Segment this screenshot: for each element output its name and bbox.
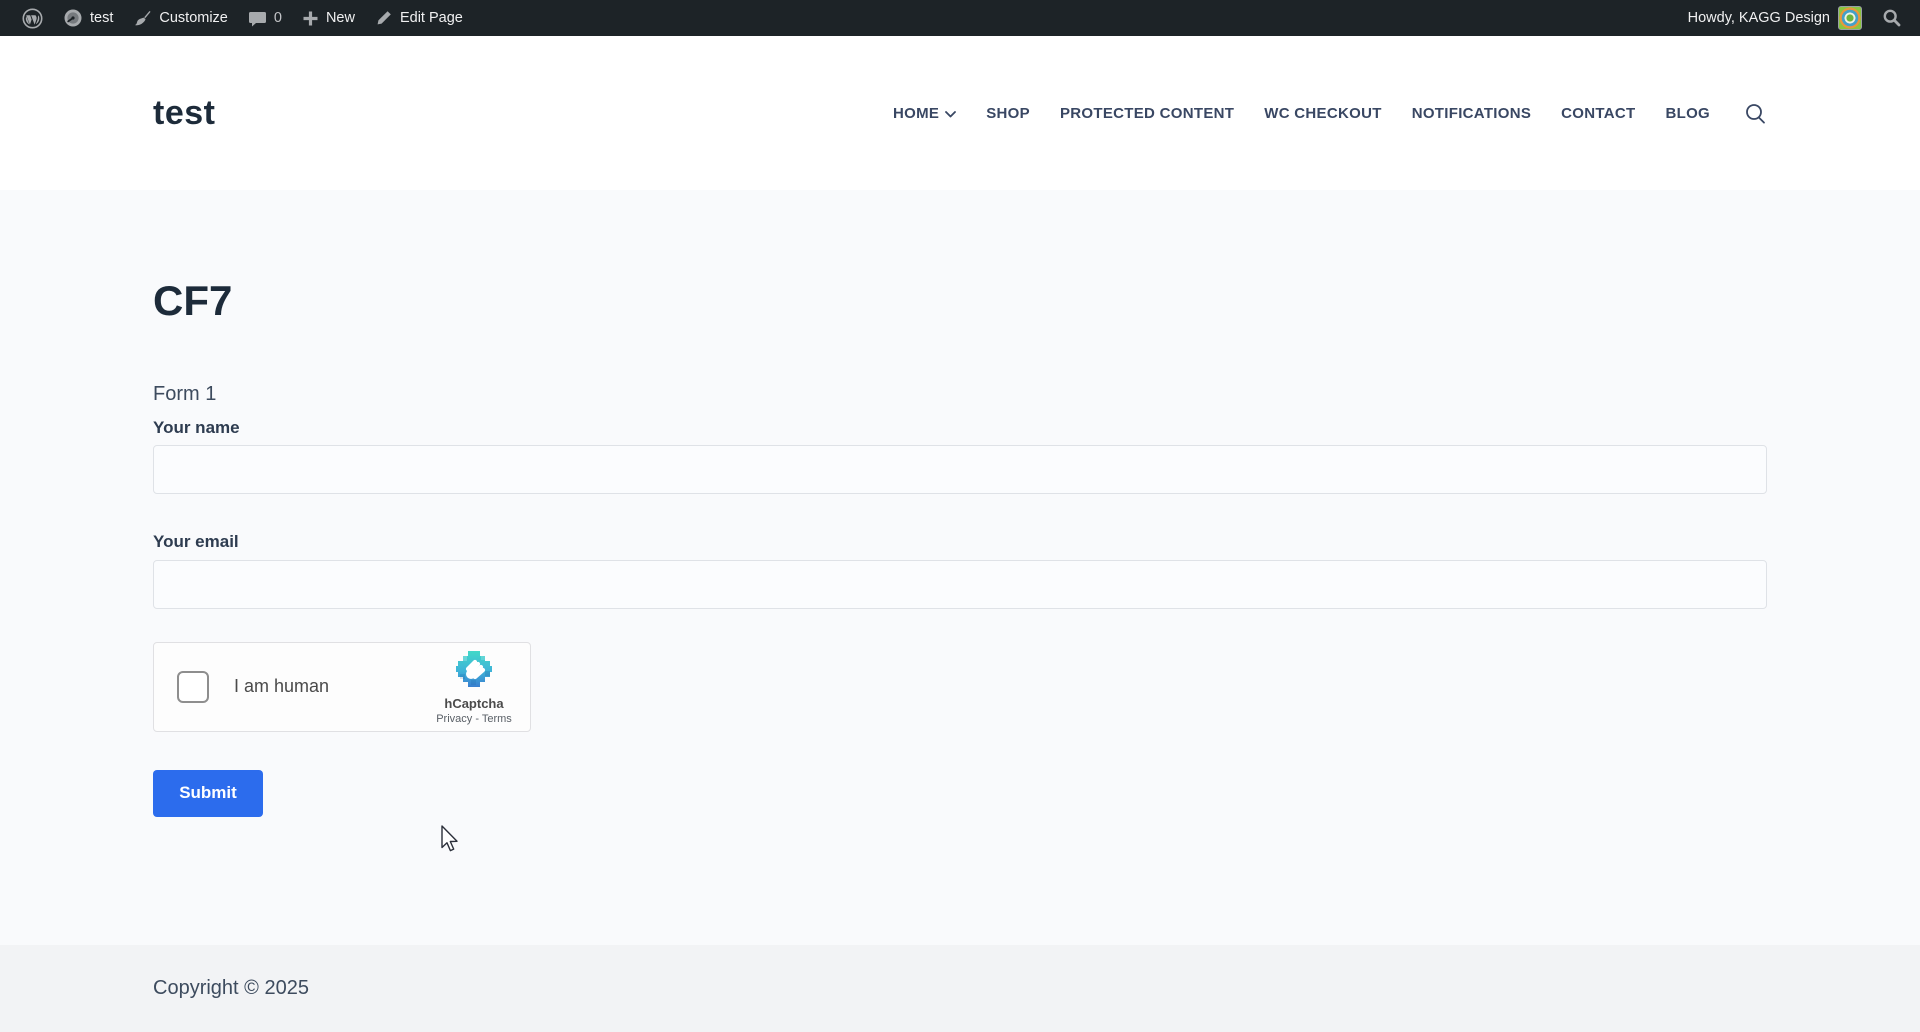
- form-name: Form 1: [153, 384, 1767, 404]
- search-icon: [1882, 8, 1902, 28]
- nav-item-protected-content[interactable]: PROTECTED CONTENT: [1060, 105, 1234, 122]
- your-name-input[interactable]: [153, 445, 1767, 494]
- admin-bar-site-menu[interactable]: test: [53, 0, 123, 36]
- nav-item-notifications[interactable]: NOTIFICATIONS: [1412, 105, 1531, 122]
- admin-bar-search[interactable]: [1868, 0, 1908, 36]
- header-search-button[interactable]: [1744, 102, 1767, 125]
- nav-item-wc-checkout[interactable]: WC CHECKOUT: [1264, 105, 1381, 122]
- dashboard-gauge-icon: [63, 8, 83, 28]
- nav-item-blog[interactable]: BLOG: [1665, 105, 1710, 122]
- paintbrush-icon: [133, 9, 152, 28]
- nav-item-contact[interactable]: CONTACT: [1561, 105, 1635, 122]
- main-navigation: HOME SHOP PROTECTED CONTENT WC CHECKOUT …: [893, 102, 1767, 125]
- chevron-down-icon: [945, 105, 956, 122]
- admin-bar-customize[interactable]: Customize: [123, 0, 238, 36]
- admin-bar-site-name: test: [90, 10, 113, 26]
- hcaptcha-links: Privacy - Terms: [436, 713, 512, 725]
- new-label: New: [326, 10, 355, 26]
- wordpress-logo-icon: [22, 8, 43, 29]
- comments-count: 0: [274, 10, 282, 26]
- hcaptcha-name: hCaptcha: [444, 696, 503, 711]
- privacy-link[interactable]: Privacy: [436, 713, 472, 725]
- hcaptcha-label: I am human: [234, 676, 428, 697]
- hcaptcha-widget: I am human: [153, 642, 531, 732]
- search-icon: [1744, 102, 1767, 125]
- user-avatar: [1838, 6, 1862, 30]
- pencil-icon: [375, 9, 393, 27]
- admin-bar-edit-page[interactable]: Edit Page: [365, 0, 473, 36]
- page-title: CF7: [153, 190, 1767, 322]
- hcaptcha-brand: hCaptcha Privacy - Terms: [428, 649, 520, 725]
- plus-icon: [302, 10, 319, 27]
- nav-item-shop[interactable]: SHOP: [986, 105, 1030, 122]
- admin-bar-comments[interactable]: 0: [238, 0, 292, 36]
- main-content: CF7 Form 1 Your name Your email I am hum…: [0, 190, 1920, 945]
- hcaptcha-checkbox[interactable]: [177, 671, 209, 703]
- your-name-label: Your name: [153, 418, 1767, 438]
- comment-bubble-icon: [248, 9, 267, 28]
- nav-item-home[interactable]: HOME: [893, 105, 956, 122]
- howdy-text: Howdy, KAGG Design: [1688, 10, 1830, 26]
- hcaptcha-logo-icon: [454, 649, 494, 694]
- site-footer: Copyright © 2025: [0, 945, 1920, 1032]
- admin-bar-my-account[interactable]: Howdy, KAGG Design: [1682, 0, 1868, 36]
- submit-button[interactable]: Submit: [153, 770, 263, 817]
- site-header: test HOME SHOP PROTECTED CONTENT WC CHEC…: [0, 36, 1920, 190]
- admin-bar-new[interactable]: New: [292, 0, 365, 36]
- terms-link[interactable]: Terms: [482, 713, 512, 725]
- your-email-label: Your email: [153, 532, 1767, 552]
- customize-label: Customize: [159, 10, 228, 26]
- your-email-input[interactable]: [153, 560, 1767, 609]
- cf7-form: Form 1 Your name Your email I am human: [153, 384, 1767, 817]
- wp-admin-bar: test Customize 0: [0, 0, 1920, 36]
- copyright-text: Copyright © 2025: [153, 977, 309, 999]
- wp-logo-menu[interactable]: [12, 0, 53, 36]
- edit-page-label: Edit Page: [400, 10, 463, 26]
- site-title[interactable]: test: [153, 94, 215, 133]
